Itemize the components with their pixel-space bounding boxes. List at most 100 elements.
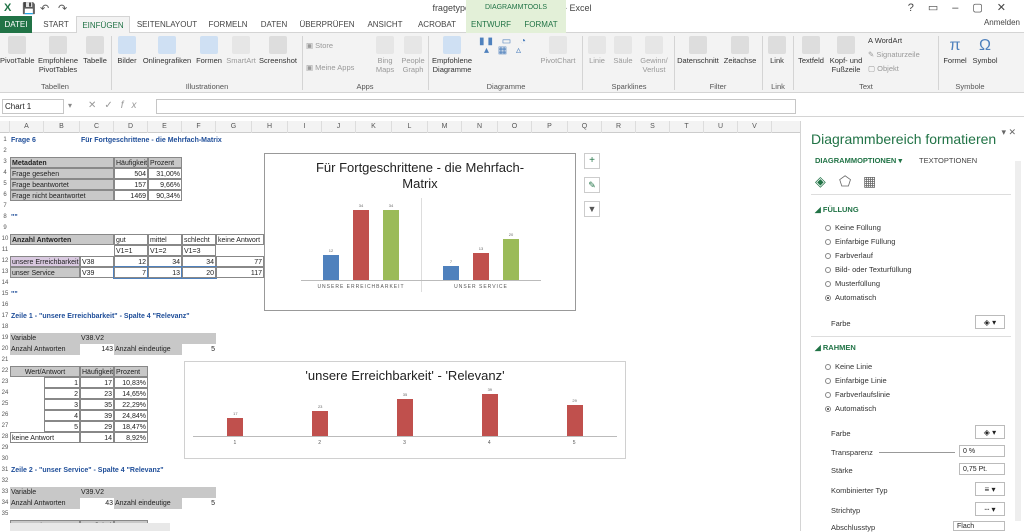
compound-type-dropdown[interactable]: ≡ ▾ — [975, 482, 1005, 496]
cell[interactable]: 504 — [114, 168, 148, 179]
column-header[interactable]: L — [392, 121, 428, 133]
column-header[interactable]: S — [636, 121, 670, 133]
cell[interactable]: V38 — [80, 256, 114, 267]
chart-bar[interactable] — [312, 411, 329, 436]
cell[interactable]: 39 — [80, 410, 114, 421]
cell[interactable]: V1=3 — [182, 245, 216, 256]
fill-line-icon[interactable]: ◈ — [815, 173, 826, 190]
cell[interactable]: "" — [10, 289, 40, 300]
section-fill[interactable]: ◢ FÜLLUNG — [815, 205, 859, 214]
chart-bar[interactable] — [323, 255, 339, 280]
wordart-button[interactable]: A WordArt — [868, 36, 932, 45]
column-header[interactable]: T — [670, 121, 704, 133]
link-button[interactable]: Link — [764, 36, 790, 65]
radio[interactable] — [825, 253, 831, 259]
chart-bar[interactable] — [443, 265, 459, 280]
row-header[interactable]: 31 — [0, 465, 10, 476]
cell[interactable]: 117 — [216, 267, 264, 278]
cell[interactable]: 10,83% — [114, 377, 148, 388]
column-header[interactable]: V — [738, 121, 772, 133]
header-footer-button[interactable]: Kopf- und Fußzeile — [826, 36, 866, 74]
cell[interactable]: Für Fortgeschrittene - die Mehrfach-Matr… — [80, 135, 280, 146]
row-header[interactable]: 13 — [0, 267, 10, 278]
chart-bar[interactable] — [473, 253, 489, 280]
column-header[interactable]: Q — [568, 121, 602, 133]
name-box[interactable]: Chart 1 — [2, 99, 64, 114]
column-header[interactable]: R — [602, 121, 636, 133]
row-header[interactable]: 9 — [0, 223, 10, 234]
shapes-button[interactable]: Formen — [194, 36, 224, 65]
cell[interactable]: Wert/Antwort — [10, 366, 80, 377]
row-header[interactable]: 7 — [0, 201, 10, 212]
chart-title[interactable]: Für Fortgeschrittene - die Mehrfach-Matr… — [265, 160, 575, 192]
cell[interactable]: 157 — [114, 179, 148, 190]
cap-type-dropdown[interactable]: Flach — [953, 521, 1005, 531]
row-header[interactable]: 28 — [0, 432, 10, 443]
column-header[interactable]: I — [288, 121, 322, 133]
row-header[interactable]: 32 — [0, 476, 10, 487]
cell[interactable]: V39 — [80, 267, 114, 278]
column-header[interactable]: U — [704, 121, 738, 133]
column-header[interactable]: G — [216, 121, 252, 133]
column-header[interactable]: B — [44, 121, 80, 133]
radio[interactable] — [825, 267, 831, 273]
transparency-input[interactable]: 0 % — [959, 445, 1005, 457]
column-header[interactable]: O — [498, 121, 532, 133]
tab-seitenlayout[interactable]: SEITENLAYOUT — [132, 16, 202, 33]
cell[interactable]: Prozent — [114, 366, 148, 377]
tab-ueberpruefen[interactable]: ÜBERPRÜFEN — [298, 16, 356, 33]
dash-type-dropdown[interactable]: ┄ ▾ — [975, 502, 1005, 516]
column-header[interactable]: J — [322, 121, 356, 133]
recommended-charts-button[interactable]: Empfohlene Diagramme — [430, 36, 474, 74]
column-header[interactable]: C — [80, 121, 114, 133]
formula-input[interactable] — [156, 99, 796, 114]
cell[interactable]: V39.V2 — [80, 487, 216, 498]
smartart-button[interactable]: SmartArt — [224, 36, 258, 65]
chart-bar[interactable] — [383, 210, 399, 280]
chart-styles-button[interactable]: ✎ — [584, 177, 600, 193]
row-header[interactable]: 16 — [0, 300, 10, 311]
store-button[interactable]: ▣ Store — [306, 41, 342, 50]
cell[interactable]: 23 — [80, 388, 114, 399]
screenshot-button[interactable]: Screenshot — [258, 36, 298, 65]
cell[interactable]: 5 — [182, 498, 216, 509]
chart-bar[interactable] — [353, 210, 369, 280]
cell[interactable]: Frage beantwortet — [10, 179, 114, 190]
row-header[interactable]: 33 — [0, 487, 10, 498]
row-header[interactable]: 12 — [0, 256, 10, 267]
cell[interactable]: 18,47% — [114, 421, 148, 432]
cell[interactable]: 43 — [80, 498, 114, 509]
row-header[interactable]: 11 — [0, 245, 10, 256]
bing-maps-button[interactable]: Bing Maps — [372, 36, 398, 74]
row-header[interactable]: 34 — [0, 498, 10, 509]
tab-textoptionen[interactable]: TEXTOPTIONEN — [919, 156, 977, 165]
cell[interactable]: Anzahl eindeutige — [114, 498, 182, 509]
tab-datei[interactable]: DATEI — [0, 16, 32, 33]
recommended-pivottables-button[interactable]: Empfohlene PivotTables — [34, 36, 82, 74]
fx-icon[interactable]: fx — [121, 100, 145, 111]
column-header[interactable]: N — [462, 121, 498, 133]
fill-color-picker[interactable]: ◈ ▾ — [975, 315, 1005, 329]
tab-daten[interactable]: DATEN — [254, 16, 294, 33]
row-header[interactable]: 23 — [0, 377, 10, 388]
cell[interactable]: gut — [114, 234, 148, 245]
tab-acrobat[interactable]: ACROBAT — [412, 16, 462, 33]
row-header[interactable]: 30 — [0, 454, 10, 465]
cell[interactable]: 7 — [113, 266, 149, 279]
row-header[interactable]: 27 — [0, 421, 10, 432]
row-header[interactable]: 3 — [0, 157, 10, 168]
tab-ansicht[interactable]: ANSICHT — [360, 16, 410, 33]
radio[interactable] — [825, 364, 831, 370]
cell[interactable]: 1 — [44, 377, 80, 388]
chart-erreichbarkeit-relevanz[interactable]: 'unsere Erreichbarkeit' - 'Relevanz' 17 1… — [184, 361, 626, 459]
cell[interactable]: Zeile 2 - "unser Service" - Spalte 4 "Re… — [10, 465, 260, 476]
chart-bar[interactable] — [227, 417, 244, 436]
column-header[interactable]: A — [10, 121, 44, 133]
cell[interactable]: Prozent — [148, 157, 182, 168]
table-button[interactable]: Tabelle — [82, 36, 108, 65]
cell[interactable]: 9,66% — [148, 179, 182, 190]
column-header[interactable]: M — [428, 121, 462, 133]
cell[interactable]: keine Antwort — [216, 234, 264, 245]
row-header[interactable]: 17 — [0, 311, 10, 322]
transparency-slider[interactable] — [879, 452, 955, 453]
